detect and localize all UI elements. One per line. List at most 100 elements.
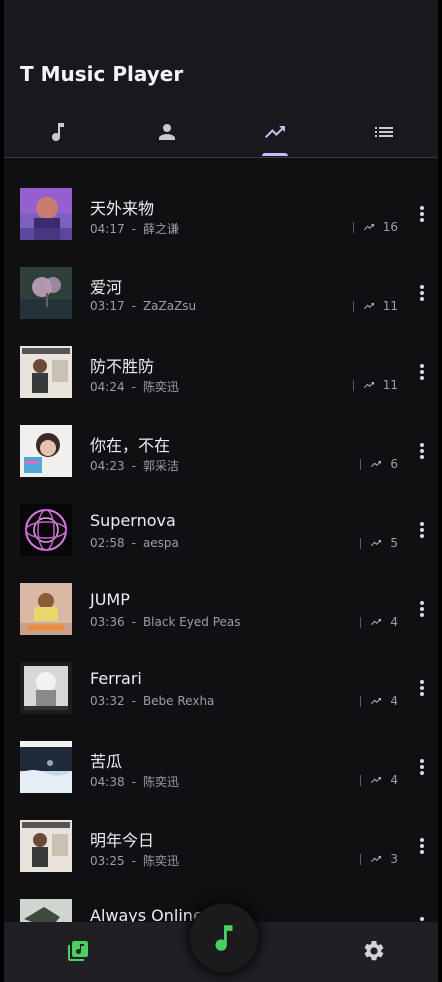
album-cover — [20, 188, 72, 240]
play-count: 3 — [360, 852, 398, 866]
stat-divider — [360, 695, 362, 707]
song-title: 明年今日 — [90, 831, 155, 850]
song-title: 你在，不在 — [90, 436, 171, 455]
trending-up-icon — [371, 619, 382, 625]
song-artist: 陈奕迅 — [142, 775, 179, 789]
play-count-value: 11 — [382, 299, 398, 313]
trending-up-icon — [363, 224, 374, 230]
song-title: Supernova — [90, 511, 176, 530]
more-options-button[interactable] — [414, 362, 430, 382]
more-vert-icon — [420, 759, 424, 775]
trending-up-icon — [371, 856, 382, 862]
stat-divider — [352, 221, 354, 233]
song-meta: 04:23- 郭采洁 — [90, 457, 179, 474]
play-count-value: 5 — [390, 536, 398, 550]
song-row[interactable]: 天外来物 04:17- 薛之谦 16 — [4, 158, 438, 240]
trending-up-icon — [265, 126, 286, 138]
more-vert-icon — [420, 522, 424, 538]
stat-divider — [360, 616, 362, 628]
meta-separator: - — [131, 222, 136, 236]
song-artist: ZaZaZsu — [142, 299, 197, 313]
tab-bar — [4, 108, 438, 156]
more-options-button[interactable] — [414, 836, 430, 856]
album-cover — [20, 820, 72, 872]
play-count: 4 — [360, 773, 398, 787]
more-vert-icon — [420, 206, 424, 222]
play-count: 11 — [352, 378, 398, 392]
tab-playlists[interactable] — [330, 108, 439, 156]
album-cover — [20, 583, 72, 635]
song-title: Ferrari — [90, 669, 142, 688]
song-row[interactable]: 苦瓜 04:38- 陈奕迅 4 — [4, 711, 438, 793]
song-duration: 04:38 — [90, 775, 125, 789]
more-vert-icon — [420, 364, 424, 380]
tab-songs[interactable] — [4, 108, 113, 156]
song-artist: aespa — [142, 536, 179, 550]
song-row[interactable]: 你在，不在 04:23- 郭采洁 6 — [4, 395, 438, 477]
song-list[interactable]: 天外来物 04:17- 薛之谦 16 爱河 03:17- ZaZaZsu 11 防不… — [4, 158, 438, 922]
trending-up-icon — [363, 303, 374, 309]
meta-separator: - — [131, 615, 136, 629]
meta-separator: - — [131, 536, 136, 550]
play-count: 16 — [352, 220, 398, 234]
trending-up-icon — [371, 777, 382, 783]
song-duration: 04:23 — [90, 459, 125, 473]
frame-edge-right — [438, 0, 442, 982]
song-row[interactable]: Supernova 02:58- aespa 5 — [4, 474, 438, 556]
more-options-button[interactable] — [414, 441, 430, 461]
song-duration: 03:32 — [90, 694, 125, 708]
tab-trending[interactable] — [221, 108, 330, 156]
play-count-value: 6 — [390, 457, 398, 471]
song-row[interactable]: 防不胜防 04:24- 陈奕迅 11 — [4, 316, 438, 398]
more-options-button[interactable] — [414, 678, 430, 698]
song-title: 苦瓜 — [90, 752, 123, 771]
song-meta: 03:17- ZaZaZsu — [90, 299, 196, 313]
song-artist: Bebe Rexha — [142, 694, 215, 708]
album-cover — [20, 346, 72, 398]
song-meta: 03:32- Bebe Rexha — [90, 694, 214, 708]
settings-button[interactable] — [359, 936, 389, 966]
song-row[interactable]: 明年今日 03:25- 陈奕迅 3 — [4, 790, 438, 872]
song-artist: 薛之谦 — [142, 222, 179, 236]
album-cover — [20, 899, 72, 922]
now-playing-button[interactable] — [190, 904, 258, 972]
song-row[interactable]: JUMP 03:36- Black Eyed Peas 4 — [4, 553, 438, 635]
more-options-button[interactable] — [414, 599, 430, 619]
song-row[interactable]: Ferrari 03:32- Bebe Rexha 4 — [4, 632, 438, 714]
app-title: T Music Player — [20, 62, 184, 86]
song-title: Always Online — [90, 906, 203, 922]
play-count-value: 4 — [390, 615, 398, 629]
song-duration: 02:58 — [90, 536, 125, 550]
music-note-icon — [52, 123, 65, 141]
song-duration: 04:17 — [90, 222, 125, 236]
song-artist: Black Eyed Peas — [142, 615, 241, 629]
play-count-value: 3 — [390, 852, 398, 866]
person-icon — [158, 124, 175, 140]
trending-up-icon — [371, 698, 382, 704]
list-icon — [374, 127, 393, 137]
play-count: 4 — [360, 615, 398, 629]
play-count: 5 — [360, 536, 398, 550]
library-button[interactable] — [63, 936, 93, 966]
more-vert-icon — [420, 601, 424, 617]
more-options-button[interactable] — [414, 283, 430, 303]
song-row[interactable]: 爱河 03:17- ZaZaZsu 11 — [4, 237, 438, 319]
song-title: 爱河 — [90, 278, 123, 297]
more-options-button[interactable] — [414, 915, 430, 922]
tab-artists[interactable] — [113, 108, 222, 156]
song-artist: 郭采洁 — [142, 459, 179, 473]
more-vert-icon — [420, 680, 424, 696]
stat-divider — [360, 537, 362, 549]
album-cover — [20, 741, 72, 793]
song-meta: 04:38- 陈奕迅 — [90, 773, 179, 790]
song-artist: 陈奕迅 — [142, 854, 179, 868]
play-count-value: 16 — [382, 220, 398, 234]
meta-separator: - — [131, 380, 136, 394]
music-note-icon — [215, 925, 233, 951]
stat-divider — [360, 774, 362, 786]
more-options-button[interactable] — [414, 204, 430, 224]
more-options-button[interactable] — [414, 520, 430, 540]
trending-up-icon — [363, 382, 374, 388]
meta-separator: - — [131, 459, 136, 473]
more-options-button[interactable] — [414, 757, 430, 777]
